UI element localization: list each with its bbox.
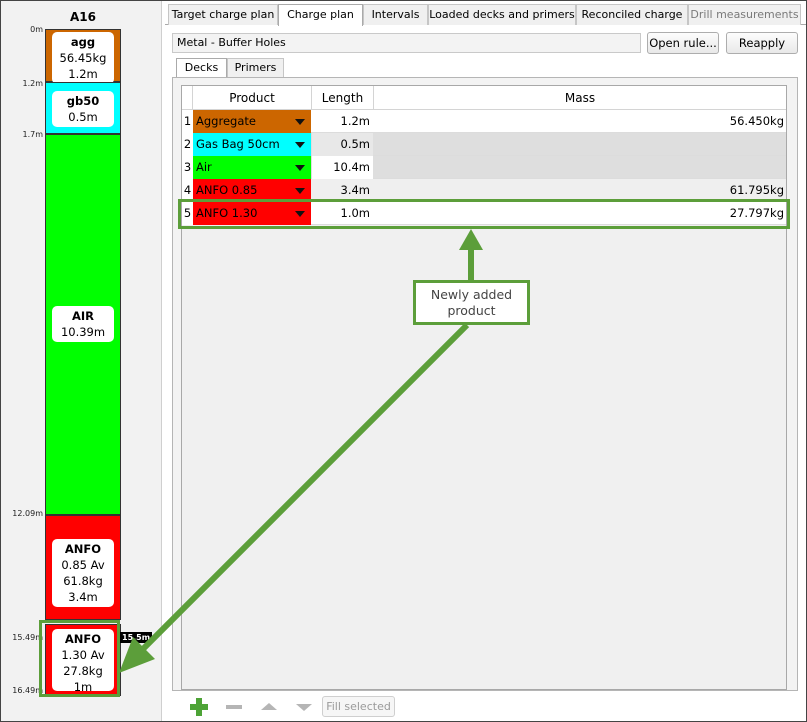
open-rule-button[interactable]: Open rule... xyxy=(647,32,719,54)
product-dropdown[interactable]: Gas Bag 50cm xyxy=(193,133,311,156)
deck-label: ANFO 0.85 Av 61.8kg 3.4m xyxy=(52,539,114,607)
length-cell[interactable]: 1.2m xyxy=(312,110,373,133)
deck-gas-bag[interactable]: gb50 0.5m xyxy=(45,82,121,134)
reapply-button[interactable]: Reapply xyxy=(726,32,798,54)
product-dropdown[interactable]: Aggregate xyxy=(193,110,311,133)
row-number: 1 xyxy=(182,110,193,133)
move-up-icon[interactable] xyxy=(258,696,280,718)
dropdown-arrow-icon[interactable] xyxy=(295,165,305,171)
tab-primers[interactable]: Primers xyxy=(227,58,284,77)
row-number: 3 xyxy=(182,156,193,179)
table-row[interactable]: 3 Air 10.4m xyxy=(182,156,786,179)
hole-profile-panel: A16 0m 1.2m 1.7m 12.09m 15.49m 16.49m ag… xyxy=(1,1,162,721)
table-header: Product Length Mass xyxy=(182,86,786,110)
table-row[interactable]: 2 Gas Bag 50cm 0.5m xyxy=(182,133,786,156)
length-cell[interactable]: 0.5m xyxy=(312,133,373,156)
minus-icon[interactable] xyxy=(223,696,245,718)
row-number-header xyxy=(182,86,193,110)
row-number: 2 xyxy=(182,133,193,156)
fill-selected-button[interactable]: Fill selected xyxy=(322,696,395,717)
depth-mark: 15.49m xyxy=(12,633,43,642)
tab-reconciled-charge[interactable]: Reconciled charge xyxy=(576,4,688,25)
depth-tag: 15.5m xyxy=(120,632,153,643)
hole-title: A16 xyxy=(70,10,96,24)
highlight-new-deck xyxy=(39,620,120,697)
depth-mark: 16.49m xyxy=(12,686,43,695)
column-header-mass[interactable]: Mass xyxy=(374,86,786,110)
depth-mark: 1.7m xyxy=(22,130,43,139)
dropdown-arrow-icon[interactable] xyxy=(295,142,305,148)
tab-loaded-decks[interactable]: Loaded decks and primers xyxy=(428,4,576,25)
decks-table: Product Length Mass 1 Aggregate 1.2m 56.… xyxy=(181,85,787,690)
table-row[interactable]: 1 Aggregate 1.2m 56.450kg xyxy=(182,110,786,133)
annotation-callout: Newly added product xyxy=(413,280,530,325)
length-cell[interactable]: 10.4m xyxy=(312,156,373,179)
column-header-product[interactable]: Product xyxy=(193,86,312,110)
deck-label: agg 56.45kg 1.2m xyxy=(52,32,114,84)
depth-mark: 1.2m xyxy=(22,79,43,88)
tab-charge-plan[interactable]: Charge plan xyxy=(278,4,363,26)
deck-air[interactable]: AIR 10.39m xyxy=(45,134,121,515)
tab-drill-measurements[interactable]: Drill measurements xyxy=(688,4,801,25)
move-down-icon[interactable] xyxy=(293,696,315,718)
product-dropdown[interactable]: Air xyxy=(193,156,311,179)
plus-icon[interactable] xyxy=(188,696,210,718)
tab-target-charge-plan[interactable]: Target charge plan xyxy=(168,4,278,25)
mass-cell[interactable]: 56.450kg xyxy=(374,110,786,133)
tab-decks[interactable]: Decks xyxy=(176,58,227,78)
deck-anfo-085[interactable]: ANFO 0.85 Av 61.8kg 3.4m xyxy=(45,515,121,620)
main-tabs: Target charge plan Charge plan Intervals… xyxy=(165,4,806,26)
deck-label: gb50 0.5m xyxy=(52,91,114,127)
deck-label: AIR 10.39m xyxy=(52,306,114,342)
table-toolbar: Fill selected xyxy=(181,692,787,720)
highlight-new-row xyxy=(178,199,790,229)
dropdown-arrow-icon[interactable] xyxy=(295,119,305,125)
depth-mark: 0m xyxy=(30,25,43,34)
column-header-length[interactable]: Length xyxy=(312,86,374,110)
mass-cell[interactable] xyxy=(374,156,786,179)
rule-name-field: Metal - Buffer Holes xyxy=(172,33,641,53)
deck-aggregate[interactable]: agg 56.45kg 1.2m xyxy=(45,29,121,84)
mass-cell[interactable] xyxy=(374,133,786,156)
dropdown-arrow-icon[interactable] xyxy=(295,188,305,194)
tab-intervals[interactable]: Intervals xyxy=(363,4,428,25)
depth-mark: 12.09m xyxy=(12,509,43,518)
